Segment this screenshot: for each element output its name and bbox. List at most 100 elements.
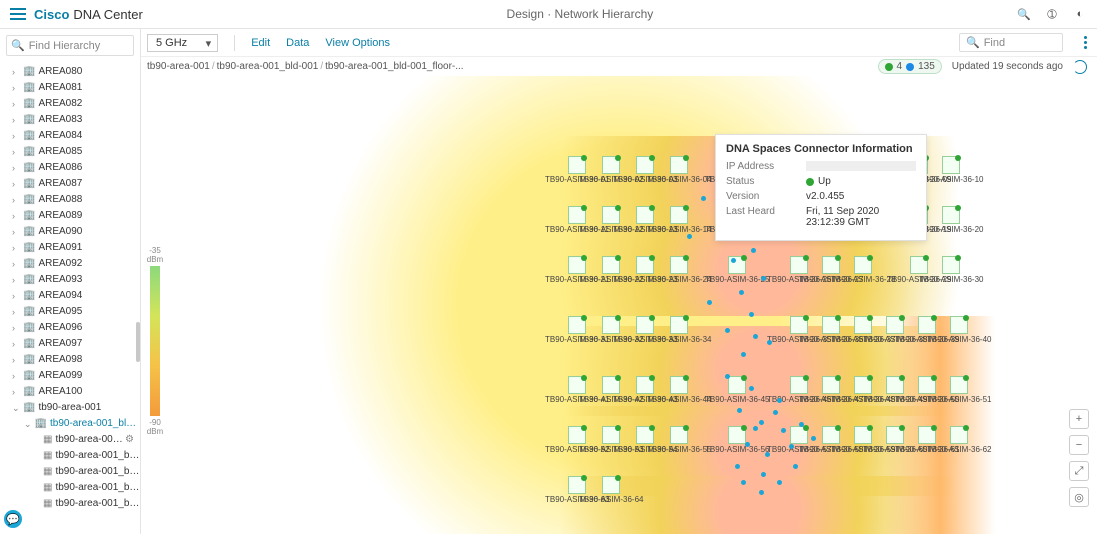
help-icon[interactable]: ➀: [1045, 7, 1059, 21]
client-dot[interactable]: [767, 340, 772, 345]
client-dot[interactable]: [811, 436, 816, 441]
ap-marker[interactable]: TB90-ASIM-36-45: [705, 376, 769, 404]
sidebar-item-area-expanded[interactable]: ⌄🏢tb90-area-001: [0, 400, 140, 416]
ap-marker[interactable]: TB90-ASIM-36-10: [919, 156, 983, 184]
client-dot[interactable]: [753, 334, 758, 339]
client-dot[interactable]: [781, 428, 786, 433]
refresh-icon[interactable]: [1073, 60, 1087, 74]
client-dot[interactable]: [741, 480, 746, 485]
data-link[interactable]: Data: [286, 37, 309, 49]
client-dot[interactable]: [749, 386, 754, 391]
sidebar-item-area[interactable]: ›🏢AREA091: [0, 240, 140, 256]
ap-marker[interactable]: TB90-ASIM-36-14: [647, 206, 711, 234]
scrollbar[interactable]: [136, 322, 140, 362]
ap-marker[interactable]: TB90-ASIM-36-34: [647, 316, 711, 344]
ap-marker[interactable]: TB90-ASIM-36-64: [579, 476, 643, 504]
ap-marker[interactable]: TB90-ASIM-36-40: [927, 316, 991, 344]
client-dot[interactable]: [751, 248, 756, 253]
sidebar-item-area[interactable]: ›🏢AREA096: [0, 320, 140, 336]
client-dot[interactable]: [745, 442, 750, 447]
client-dot[interactable]: [725, 328, 730, 333]
client-dot[interactable]: [773, 410, 778, 415]
client-dot[interactable]: [735, 464, 740, 469]
sidebar-item-area[interactable]: ›🏢AREA089: [0, 208, 140, 224]
sidebar-item-floor[interactable]: ▦tb90-area-001_bld...: [0, 496, 140, 512]
client-dot[interactable]: [799, 422, 804, 427]
search-icon[interactable]: 🔍: [1017, 7, 1031, 21]
client-dot[interactable]: [741, 352, 746, 357]
sidebar-item-floor[interactable]: ▦tb90-area-001_bld...: [0, 480, 140, 496]
client-dot[interactable]: [761, 276, 766, 281]
client-dot[interactable]: [725, 374, 730, 379]
sidebar-item-area[interactable]: ›🏢AREA100: [0, 384, 140, 400]
client-dot[interactable]: [737, 408, 742, 413]
sidebar-item-area[interactable]: ›🏢AREA093: [0, 272, 140, 288]
client-dot[interactable]: [761, 472, 766, 477]
client-dot[interactable]: [777, 480, 782, 485]
sidebar-item-area[interactable]: ›🏢AREA080: [0, 64, 140, 80]
client-dot[interactable]: [753, 426, 758, 431]
find-input[interactable]: 🔍 Find: [959, 33, 1063, 52]
client-dot[interactable]: [731, 258, 736, 263]
zoom-fit-button[interactable]: ⤢: [1069, 461, 1089, 481]
floor-map[interactable]: -35 dBm -90 dBm TB90-ASIM-36-01TB90-ASIM…: [141, 76, 1097, 534]
ap-marker[interactable]: TB90-ASIM-36-20: [919, 206, 983, 234]
ap-marker[interactable]: TB90-ASIM-36-28: [831, 256, 895, 284]
sidebar-item-area[interactable]: ›🏢AREA082: [0, 96, 140, 112]
client-dot[interactable]: [739, 290, 744, 295]
sidebar-item-area[interactable]: ›🏢AREA084: [0, 128, 140, 144]
sidebar-item-area[interactable]: ›🏢AREA081: [0, 80, 140, 96]
sidebar-item-area[interactable]: ›🏢AREA095: [0, 304, 140, 320]
zoom-target-button[interactable]: ◎: [1069, 487, 1089, 507]
ap-marker[interactable]: TB90-ASIM-36-55: [647, 426, 711, 454]
ap-marker[interactable]: TB90-ASIM-36-51: [927, 376, 991, 404]
frequency-select[interactable]: 5 GHz: [147, 34, 218, 52]
sidebar-item-area[interactable]: ›🏢AREA087: [0, 176, 140, 192]
chat-icon[interactable]: 💬: [4, 510, 22, 528]
sidebar-item-area[interactable]: ›🏢AREA092: [0, 256, 140, 272]
client-dot[interactable]: [759, 490, 764, 495]
more-menu-icon[interactable]: [1079, 36, 1091, 49]
view-options-link[interactable]: View Options: [325, 37, 390, 49]
ap-marker[interactable]: TB90-ASIM-36-24: [647, 256, 711, 284]
sidebar-item-floor[interactable]: ▦tb90-area-001_...⚙: [0, 432, 140, 448]
client-dot[interactable]: [707, 300, 712, 305]
edit-link[interactable]: Edit: [251, 37, 270, 49]
client-dot[interactable]: [759, 420, 764, 425]
client-dot[interactable]: [793, 464, 798, 469]
client-dot[interactable]: [749, 312, 754, 317]
sidebar-item-area[interactable]: ›🏢AREA097: [0, 336, 140, 352]
sidebar-item-area[interactable]: ›🏢AREA098: [0, 352, 140, 368]
client-dot[interactable]: [765, 452, 770, 457]
sidebar-item-area[interactable]: ›🏢AREA090: [0, 224, 140, 240]
client-dot[interactable]: [687, 234, 692, 239]
ap-marker[interactable]: TB90-ASIM-36-44: [647, 376, 711, 404]
sidebar-item-area[interactable]: ›🏢AREA083: [0, 112, 140, 128]
ap-icon: [670, 156, 688, 174]
gear-icon[interactable]: ⚙: [125, 432, 134, 448]
ap-marker[interactable]: TB90-ASIM-36-04: [647, 156, 711, 184]
sidebar-item-floor[interactable]: ▦tb90-area-001_bld...: [0, 448, 140, 464]
sidebar-item-area[interactable]: ›🏢AREA086: [0, 160, 140, 176]
sidebar-item-floor[interactable]: ▦tb90-area-001_bld...: [0, 464, 140, 480]
client-dot[interactable]: [777, 398, 782, 403]
status-value: Up: [806, 176, 916, 187]
hierarchy-search[interactable]: 🔍 Find Hierarchy: [6, 35, 134, 56]
sidebar-item-area[interactable]: ›🏢AREA099: [0, 368, 140, 384]
ap-marker[interactable]: TB90-ASIM-36-56: [705, 426, 769, 454]
ap-marker[interactable]: TB90-ASIM-36-62: [927, 426, 991, 454]
zoom-in-button[interactable]: +: [1069, 409, 1089, 429]
sidebar-item-area[interactable]: ›🏢AREA088: [0, 192, 140, 208]
status-pill[interactable]: 4 135: [878, 59, 942, 74]
hierarchy-tree[interactable]: ›🏢AREA080›🏢AREA081›🏢AREA082›🏢AREA083›🏢AR…: [0, 62, 140, 534]
menu-icon[interactable]: [10, 8, 26, 20]
client-dot[interactable]: [789, 444, 794, 449]
zoom-out-button[interactable]: −: [1069, 435, 1089, 455]
alerts-icon[interactable]: ◐: [1073, 7, 1087, 21]
sidebar-item-area[interactable]: ›🏢AREA085: [0, 144, 140, 160]
sidebar-item-area[interactable]: ›🏢AREA094: [0, 288, 140, 304]
sidebar-item-building-expanded[interactable]: ⌄🏢tb90-area-001_bld-001: [0, 416, 140, 432]
ap-marker[interactable]: TB90-ASIM-36-30: [919, 256, 983, 284]
client-dot[interactable]: [701, 196, 706, 201]
ap-marker[interactable]: TB90-ASIM-36-25: [705, 256, 769, 284]
